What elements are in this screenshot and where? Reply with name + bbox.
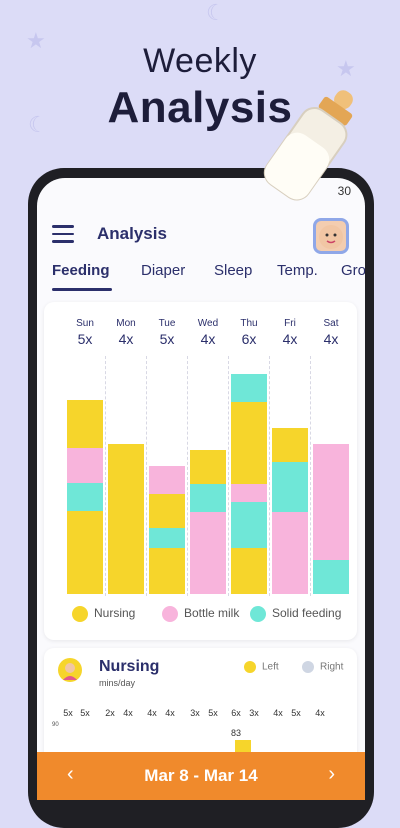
- solid-dot-icon: [250, 606, 266, 622]
- nursing-count: 5x: [80, 708, 90, 718]
- day-header: Wed 4x: [188, 318, 228, 347]
- date-range-bar: ‹ Mar 8 - Mar 14 ›: [37, 752, 365, 800]
- bar-segment-nursing[interactable]: [149, 548, 185, 594]
- nursing-title: Nursing: [99, 658, 160, 675]
- grid-line: [187, 356, 188, 596]
- bar-segment-solid[interactable]: [231, 502, 267, 548]
- bar-segment-nursing[interactable]: [190, 450, 226, 484]
- bar-segment-nursing[interactable]: [108, 444, 144, 594]
- day-name: Tue: [158, 318, 176, 329]
- tab-temp[interactable]: Temp.: [277, 262, 318, 279]
- day-count: 4x: [118, 331, 134, 347]
- bar-segment-nursing[interactable]: [67, 511, 103, 594]
- day-name: Mon: [116, 318, 136, 329]
- nursing-count: 2x: [105, 708, 115, 718]
- date-range-label: Mar 8 - Mar 14: [144, 766, 258, 785]
- active-tab-indicator: [52, 288, 112, 291]
- bar-segment-solid[interactable]: [67, 483, 103, 511]
- bar-segment-solid[interactable]: [231, 374, 267, 402]
- tab-bar: Feeding Diaper Sleep Temp. Gro: [37, 262, 365, 292]
- nursing-count: 5x: [63, 708, 73, 718]
- headline-line1: Weekly: [143, 42, 257, 80]
- grid-line: [269, 356, 270, 596]
- moon-decoration-icon: ☾: [206, 0, 226, 25]
- grid-line: [310, 356, 311, 596]
- bar-segment-nursing[interactable]: [272, 428, 308, 462]
- legend-nursing: Nursing: [72, 606, 135, 622]
- bar-segment-bottle[interactable]: [149, 466, 185, 494]
- nursing-subtitle: mins/day: [99, 678, 136, 688]
- nursing-count: 3x: [190, 708, 200, 718]
- bar-segment-bottle[interactable]: [67, 448, 103, 483]
- day-header: Thu 6x: [229, 318, 269, 347]
- nursing-count: 6x: [231, 708, 241, 718]
- nursing-count: 5x: [208, 708, 218, 718]
- nursing-count: 4x: [273, 708, 283, 718]
- bar-segment-solid[interactable]: [313, 560, 349, 594]
- nursing-legend-right: Right: [302, 661, 343, 673]
- day-name: Thu: [240, 318, 258, 329]
- app-screen: 30 Analysis Feeding Diaper Sleep Temp. G…: [37, 178, 365, 800]
- nursing-axis-label: 90: [52, 722, 59, 728]
- nursing-count: 3x: [249, 708, 259, 718]
- day-header: Sat 4x: [311, 318, 351, 347]
- page-title: Analysis: [97, 224, 167, 243]
- bar-segment-bottle[interactable]: [313, 444, 349, 560]
- nursing-dot-icon: [72, 606, 88, 622]
- bar-segment-nursing[interactable]: [231, 402, 267, 484]
- bottle-dot-icon: [162, 606, 178, 622]
- day-name: Sun: [76, 318, 94, 329]
- day-header: Sun 5x: [65, 318, 105, 347]
- legend-solid-feeding: Solid feeding: [250, 606, 341, 622]
- feeding-chart-card: Sun 5x Mon 4x Tue 5x Wed 4x Thu 6x Fri 4x Sat 4x Nurs…: [44, 302, 357, 640]
- tab-growth[interactable]: Gro: [341, 262, 365, 279]
- nursing-legend-left: Left: [244, 661, 279, 673]
- day-name: Fri: [284, 318, 296, 329]
- day-count: 4x: [200, 331, 216, 347]
- tab-diaper[interactable]: Diaper: [141, 262, 185, 279]
- bar-segment-nursing[interactable]: [67, 400, 103, 448]
- bar-segment-solid[interactable]: [149, 528, 185, 548]
- grid-line: [146, 356, 147, 596]
- menu-icon[interactable]: [52, 225, 74, 243]
- bar-segment-nursing[interactable]: [149, 494, 185, 528]
- day-name: Wed: [197, 318, 219, 329]
- bar-segment-bottle[interactable]: [190, 512, 226, 594]
- bar-segment-bottle[interactable]: [231, 484, 267, 502]
- tab-sleep[interactable]: Sleep: [214, 262, 252, 279]
- grid-line: [228, 356, 229, 596]
- day-count: 5x: [159, 331, 175, 347]
- day-header: Mon 4x: [106, 318, 146, 347]
- bar-segment-bottle[interactable]: [272, 512, 308, 594]
- day-header: Fri 4x: [270, 318, 310, 347]
- grid-line: [105, 356, 106, 596]
- nursing-count: 4x: [147, 708, 157, 718]
- nursing-icon: [58, 658, 82, 682]
- day-name: Sat: [323, 318, 339, 329]
- nursing-count: 5x: [291, 708, 301, 718]
- bar-segment-solid[interactable]: [272, 462, 308, 512]
- legend-bottle-milk: Bottle milk: [162, 606, 239, 622]
- bar-segment-nursing[interactable]: [231, 548, 267, 594]
- tab-feeding[interactable]: Feeding: [52, 262, 110, 279]
- nursing-value-label: 83: [231, 728, 242, 738]
- nursing-count: 4x: [165, 708, 175, 718]
- day-count: 6x: [241, 331, 257, 347]
- day-count: 5x: [77, 331, 93, 347]
- nursing-count: 4x: [315, 708, 325, 718]
- bar-segment-solid[interactable]: [190, 484, 226, 512]
- day-count: 4x: [323, 331, 339, 347]
- day-count: 4x: [282, 331, 298, 347]
- nursing-count: 4x: [123, 708, 133, 718]
- day-header: Tue 5x: [147, 318, 187, 347]
- next-week-button[interactable]: ›: [328, 763, 335, 786]
